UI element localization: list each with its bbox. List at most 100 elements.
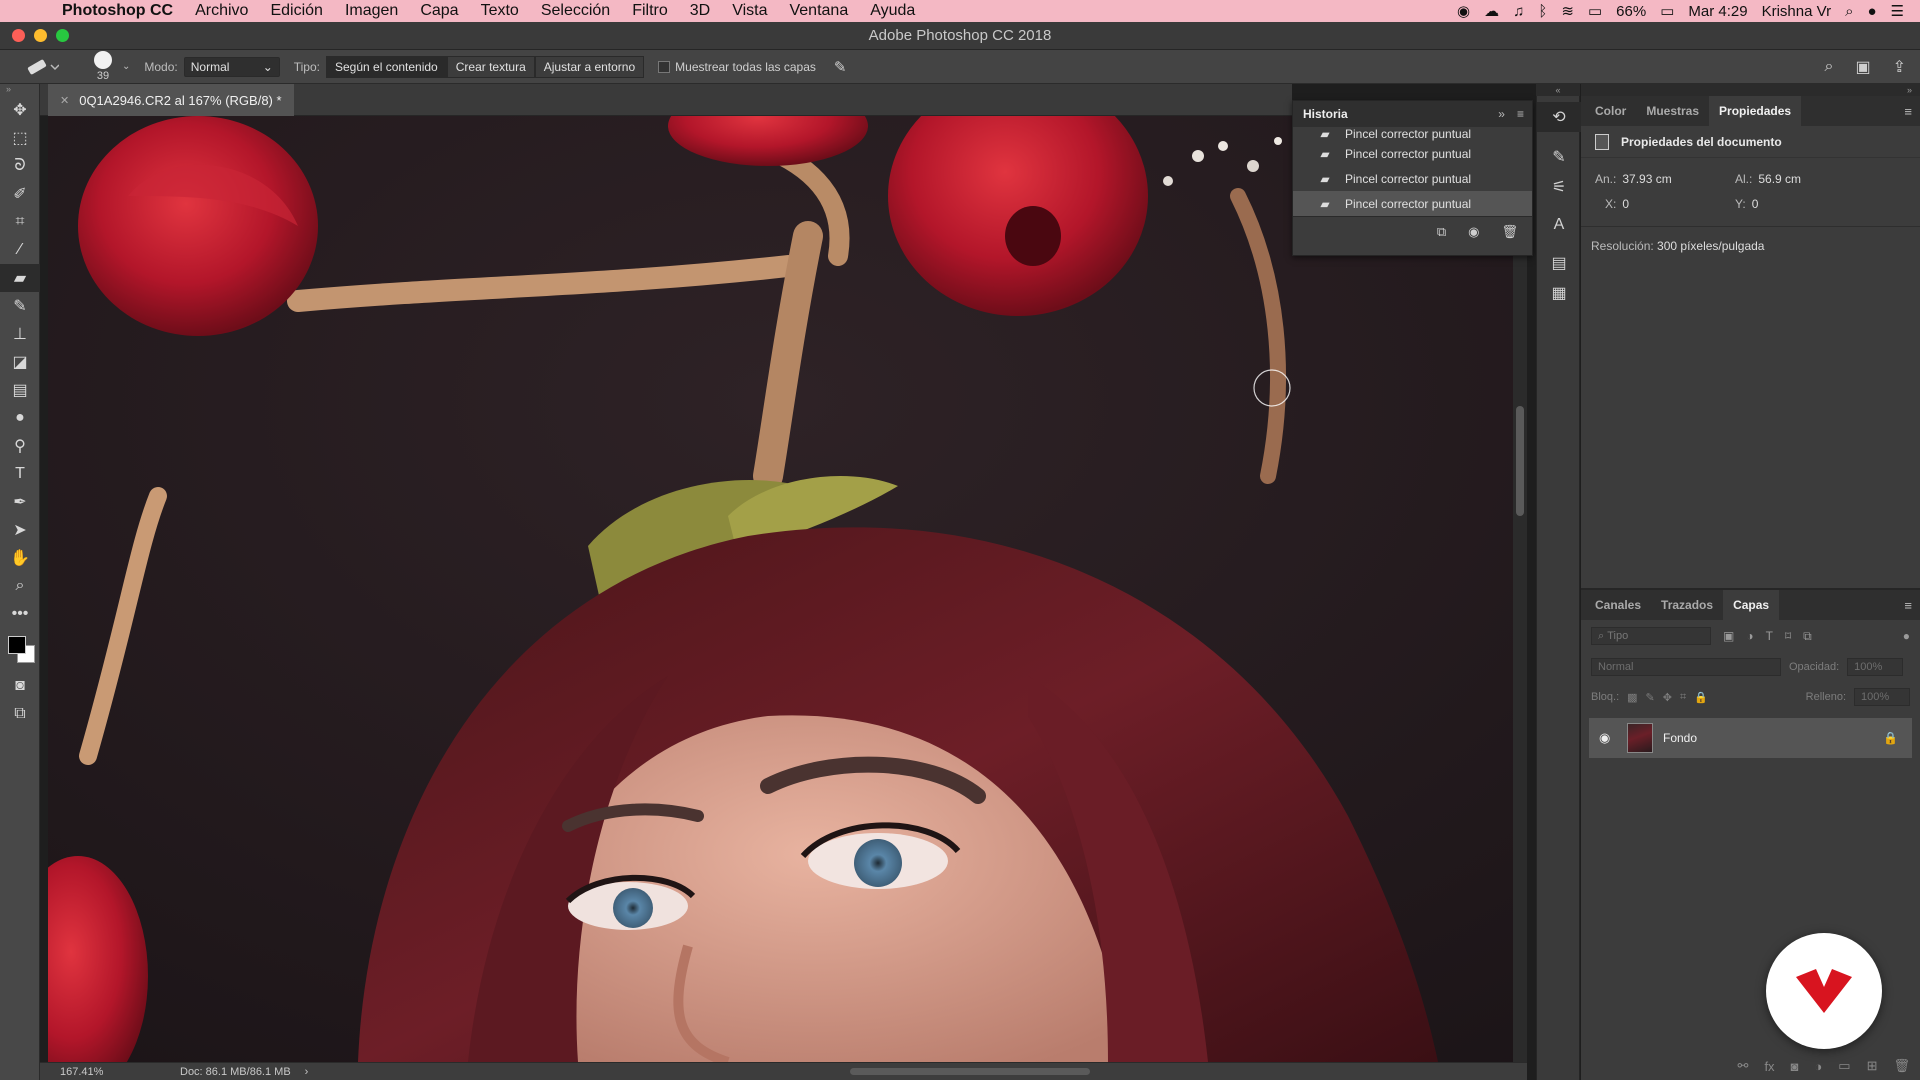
height-value[interactable]: 56.9 cm xyxy=(1758,172,1801,186)
panel-menu-icon[interactable]: ≡ xyxy=(1904,598,1912,613)
pen-icon[interactable]: ✒ xyxy=(0,488,40,516)
tab-properties[interactable]: Propiedades xyxy=(1709,96,1802,126)
screen-mode-icon[interactable]: ⧉ xyxy=(0,700,40,728)
brush-icon[interactable]: ✎ xyxy=(0,292,40,320)
collapse-panels-icon[interactable]: » xyxy=(1581,84,1920,96)
menu-archivo[interactable]: Archivo xyxy=(184,2,259,20)
menu-ventana[interactable]: Ventana xyxy=(778,2,859,20)
menu-filtro[interactable]: Filtro xyxy=(621,2,679,20)
tab-paths[interactable]: Trazados xyxy=(1651,590,1723,620)
notes-icon[interactable]: ▦ xyxy=(1537,278,1581,308)
filter-adjustment-icon[interactable]: ◑ xyxy=(1746,629,1753,643)
crop-icon[interactable]: ⌗ xyxy=(0,208,40,236)
y-value[interactable]: 0 xyxy=(1752,197,1759,211)
history-item[interactable]: ▰ Pincel corrector puntual xyxy=(1293,166,1532,191)
adjustments-icon[interactable]: ⚟ xyxy=(1537,172,1581,202)
x-value[interactable]: 0 xyxy=(1622,197,1629,211)
menu-texto[interactable]: Texto xyxy=(470,2,530,20)
gradient-icon[interactable]: ▤ xyxy=(0,376,40,404)
menu-3d[interactable]: 3D xyxy=(679,2,721,20)
tab-swatches[interactable]: Muestras xyxy=(1636,96,1709,126)
eraser-icon[interactable]: ◪ xyxy=(0,348,40,376)
chevron-down-icon[interactable]: ⌄ xyxy=(122,61,130,72)
panel-menu-icon[interactable]: ≡ xyxy=(1517,107,1524,121)
brush-size-picker[interactable]: 39 xyxy=(88,51,118,82)
document-canvas[interactable] xyxy=(48,116,1513,1062)
menu-vista[interactable]: Vista xyxy=(721,2,778,20)
path-select-icon[interactable]: ➤ xyxy=(0,516,40,544)
panel-menu-icon[interactable]: ≡ xyxy=(1904,104,1912,119)
document-tab[interactable]: ✕ 0Q1A2946.CR2 al 167% (RGB/8) * xyxy=(48,84,294,116)
workspace-icon[interactable]: ▣ xyxy=(1855,57,1870,77)
close-tab-icon[interactable]: ✕ xyxy=(60,94,69,107)
status-menu-chevron-icon[interactable]: › xyxy=(305,1066,309,1078)
zoom-level[interactable]: 167.41% xyxy=(40,1066,160,1078)
type-proximity-match-button[interactable]: Ajustar a entorno xyxy=(534,55,645,78)
notification-center-icon[interactable]: ☰ xyxy=(1891,2,1904,20)
history-panel-title[interactable]: Historia xyxy=(1303,107,1348,121)
bluetooth-icon[interactable]: ᛒ xyxy=(1538,3,1547,20)
libraries-icon[interactable]: ▤ xyxy=(1537,248,1581,278)
type-icon[interactable]: T xyxy=(0,460,40,488)
foreground-color-swatch[interactable] xyxy=(8,636,26,654)
history-item[interactable]: ▰ Pincel corrector puntual xyxy=(1293,127,1532,141)
dodge-icon[interactable]: ⚲ xyxy=(0,432,40,460)
pressure-size-icon[interactable]: ✎ xyxy=(834,58,847,76)
zoom-icon[interactable]: ⌕ xyxy=(0,572,40,600)
vertical-scrollbar[interactable] xyxy=(1513,116,1527,1062)
visibility-eye-icon[interactable]: ◉ xyxy=(1599,730,1617,746)
spot-healing-icon[interactable]: ▰ xyxy=(0,264,40,292)
lock-all-icon[interactable]: 🔒 xyxy=(1694,691,1708,704)
layer-style-icon[interactable]: fx xyxy=(1764,1059,1774,1074)
opacity-input[interactable]: 100% xyxy=(1847,658,1904,676)
lock-position-icon[interactable]: ✥ xyxy=(1663,691,1672,704)
blur-icon[interactable]: ● xyxy=(0,404,40,432)
siri-icon[interactable]: ● xyxy=(1867,3,1876,20)
brush-settings-icon[interactable]: ✎ xyxy=(1537,142,1581,172)
trash-icon[interactable]: 🗑 xyxy=(1501,224,1518,240)
mode-select[interactable]: Normal ⌄ xyxy=(183,56,280,77)
fullscreen-window-button[interactable] xyxy=(56,29,69,42)
filter-pixel-icon[interactable]: ▣ xyxy=(1723,629,1734,643)
tool-preset-picker[interactable] xyxy=(18,54,66,80)
clock[interactable]: Mar 4:29 xyxy=(1688,3,1747,20)
wifi-icon[interactable]: ≋ xyxy=(1561,2,1574,20)
search-icon[interactable]: ⌕ xyxy=(1825,58,1834,76)
trash-icon[interactable]: 🗑 xyxy=(1893,1058,1910,1074)
lock-transparency-icon[interactable]: ▩ xyxy=(1627,691,1637,704)
filter-type-icon[interactable]: T xyxy=(1766,629,1773,643)
horizontal-scroll-thumb[interactable] xyxy=(850,1068,1090,1075)
menu-imagen[interactable]: Imagen xyxy=(334,2,409,20)
blend-mode-select[interactable]: Normal xyxy=(1591,658,1781,676)
share-icon[interactable]: ⇪ xyxy=(1893,57,1906,77)
lock-icon[interactable]: 🔒 xyxy=(1883,731,1898,745)
filter-toggle-icon[interactable]: ● xyxy=(1903,629,1910,643)
layer-row[interactable]: ◉ Fondo 🔒 xyxy=(1589,718,1912,758)
hand-icon[interactable]: ✋ xyxy=(0,544,40,572)
close-window-button[interactable] xyxy=(12,29,25,42)
user-name[interactable]: Krishna Vr xyxy=(1762,3,1831,20)
menu-capa[interactable]: Capa xyxy=(409,2,469,20)
vertical-scroll-thumb[interactable] xyxy=(1516,406,1524,516)
sample-all-layers-checkbox[interactable] xyxy=(658,60,671,73)
add-mask-icon[interactable]: ◙ xyxy=(1791,1059,1799,1074)
menu-app-name[interactable]: Photoshop CC xyxy=(40,2,184,20)
new-document-from-state-icon[interactable]: ⧉ xyxy=(1437,224,1446,240)
minimize-window-button[interactable] xyxy=(34,29,47,42)
quick-select-icon[interactable]: ✐ xyxy=(0,180,40,208)
history-item[interactable]: ▰ Pincel corrector puntual xyxy=(1293,141,1532,166)
history-item-selected[interactable]: ▰ Pincel corrector puntual xyxy=(1293,191,1532,216)
character-icon[interactable]: A xyxy=(1537,210,1581,240)
battery-icon[interactable]: ▭ xyxy=(1660,2,1674,20)
tab-layers[interactable]: Capas xyxy=(1723,590,1780,620)
eyedropper-icon[interactable]: ⁄ xyxy=(0,236,40,264)
creative-cloud-icon[interactable]: ☁ xyxy=(1484,2,1499,20)
lock-pixels-icon[interactable]: ✎ xyxy=(1646,691,1655,704)
new-layer-icon[interactable]: ⊞ xyxy=(1867,1058,1878,1074)
history-panel-icon[interactable]: ⟲ xyxy=(1537,102,1581,132)
expand-toolbar-icon[interactable]: » xyxy=(0,84,39,96)
layer-filter-select[interactable]: ⌕ Tipo xyxy=(1591,627,1711,645)
filter-smart-object-icon[interactable]: ⧉ xyxy=(1803,629,1812,644)
type-create-texture-button[interactable]: Crear textura xyxy=(446,55,535,78)
menu-ayuda[interactable]: Ayuda xyxy=(859,2,926,20)
